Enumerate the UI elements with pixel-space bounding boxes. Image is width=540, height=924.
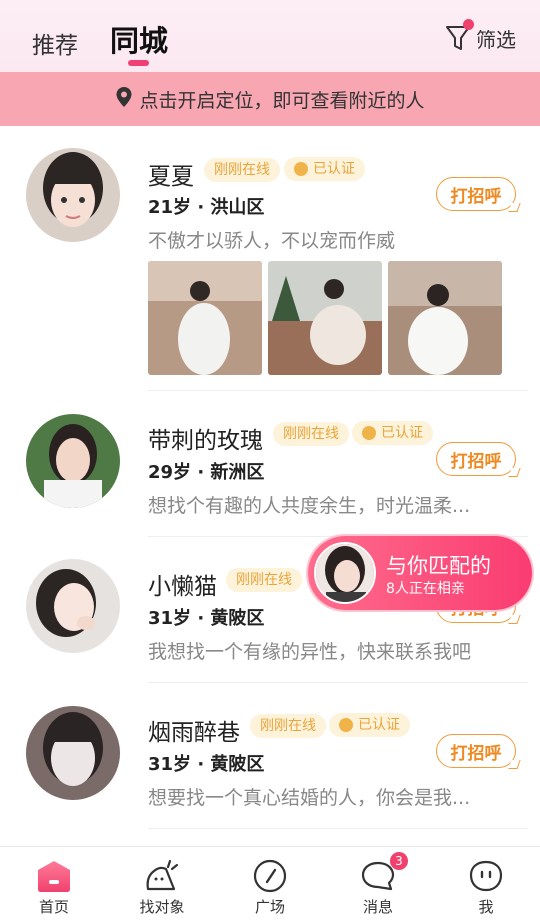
user-photo[interactable] [148, 261, 262, 375]
nav-label: 消息 [362, 898, 393, 916]
user-bio: 想要找一个真心结婚的人，你会是我... [148, 787, 471, 809]
filter-label: 筛选 [476, 27, 516, 52]
online-badge: 刚刚在线 [226, 568, 302, 592]
user-bio: 不傲才以骄人，不以宠而作威 [148, 230, 396, 252]
user-name: 夏夏 [148, 164, 194, 190]
user-card[interactable]: 烟雨醉巷 刚刚在线 已认证 31岁 · 黄陂区 想要找一个真心结婚的人，你会是我… [0, 683, 540, 829]
online-badge: 刚刚在线 [250, 714, 326, 738]
greet-button[interactable]: 打招呼 [436, 177, 516, 211]
user-age-district: 21岁 · 洪山区 [148, 197, 265, 218]
verified-badge: 已认证 [329, 713, 410, 737]
match-bubble[interactable]: 与你匹配的 8人正在相亲 [308, 536, 532, 610]
verified-label: 已认证 [313, 161, 355, 177]
online-badge: 刚刚在线 [273, 422, 349, 446]
compass-icon [252, 859, 288, 893]
user-age-district: 31岁 · 黄陂区 [148, 608, 265, 629]
nav-me[interactable]: 我 [432, 847, 540, 924]
nav-messages[interactable]: 3 消息 [324, 847, 432, 924]
me-icon [468, 859, 504, 893]
verified-label: 已认证 [381, 425, 423, 441]
user-photo[interactable] [268, 261, 382, 375]
avatar[interactable] [26, 706, 120, 800]
user-card[interactable]: 带刺的玫瑰 刚刚在线 已认证 29岁 · 新洲区 想找个有趣的人共度余生，时光温… [0, 391, 540, 537]
verified-icon [339, 718, 353, 732]
filter-icon [444, 19, 474, 53]
avatar[interactable] [26, 414, 120, 508]
user-age-district: 29岁 · 新洲区 [148, 462, 265, 483]
nav-label: 找对象 [139, 898, 185, 916]
user-name: 小懒猫 [148, 574, 217, 600]
banner-text: 点击开启定位，即可查看附近的人 [139, 89, 425, 112]
greet-button[interactable]: 打招呼 [436, 442, 516, 476]
verified-label: 已认证 [358, 717, 400, 733]
tab-same-city[interactable]: 同城 [110, 18, 168, 60]
top-bar: 推荐 同城 筛选 [0, 0, 540, 72]
nav-label: 广场 [254, 898, 285, 916]
divider [148, 828, 528, 829]
user-name: 带刺的玫瑰 [148, 428, 263, 454]
location-pin-icon [115, 86, 133, 112]
nav-label: 首页 [38, 898, 69, 916]
nav-square[interactable]: 广场 [216, 847, 324, 924]
user-bio: 想找个有趣的人共度余生，时光温柔... [148, 495, 471, 517]
nav-label: 我 [478, 898, 494, 916]
message-count-badge: 3 [390, 852, 408, 870]
user-name: 烟雨醉巷 [148, 720, 240, 746]
tab-recommend[interactable]: 推荐 [32, 26, 78, 60]
verified-icon [362, 426, 376, 440]
match-avatar [314, 542, 376, 604]
location-banner[interactable]: 点击开启定位，即可查看附近的人 [0, 72, 540, 126]
notification-dot [463, 19, 474, 30]
home-icon [36, 859, 72, 893]
avatar[interactable] [26, 148, 120, 242]
verified-badge: 已认证 [352, 421, 433, 445]
active-tab-indicator [128, 60, 149, 66]
verified-icon [294, 162, 308, 176]
avatar[interactable] [26, 559, 120, 653]
nav-home[interactable]: 首页 [0, 847, 108, 924]
match-subtitle: 8人正在相亲 [386, 581, 465, 597]
verified-badge: 已认证 [284, 157, 365, 181]
filter-button[interactable]: 筛选 [444, 19, 516, 54]
online-badge: 刚刚在线 [204, 158, 280, 182]
match-title: 与你匹配的 [386, 554, 491, 578]
user-age-district: 31岁 · 黄陂区 [148, 754, 265, 775]
greet-button[interactable]: 打招呼 [436, 734, 516, 768]
user-bio: 我想找一个有缘的异性，快来联系我吧 [148, 641, 472, 663]
find-icon [144, 859, 180, 893]
nav-find[interactable]: 找对象 [108, 847, 216, 924]
bottom-nav: 首页 找对象 广场 3 消息 我 [0, 846, 540, 924]
user-photo[interactable] [388, 261, 502, 375]
